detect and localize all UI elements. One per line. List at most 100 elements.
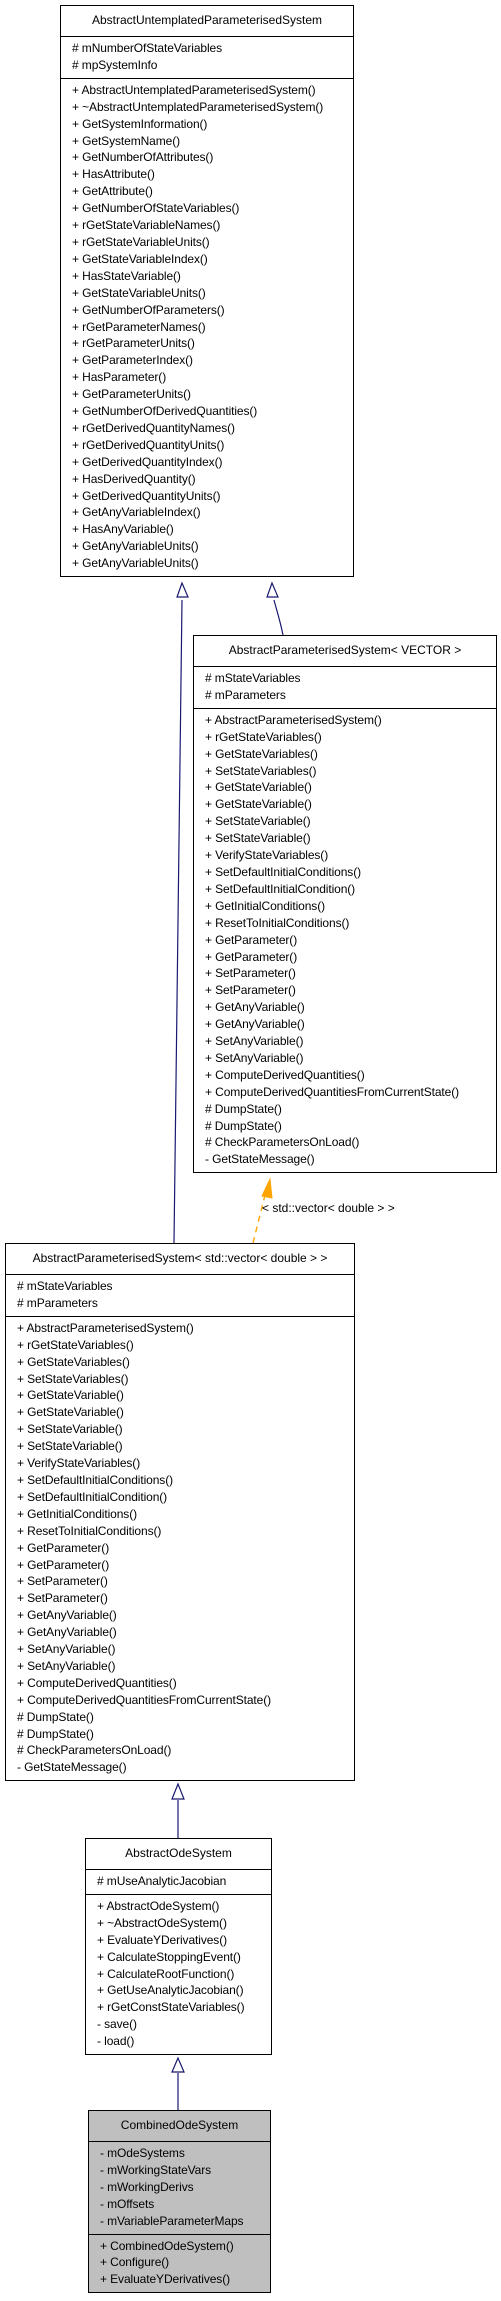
method-item[interactable]: - GetStateMessage() xyxy=(17,1759,354,1776)
method-item[interactable]: + SetParameter() xyxy=(205,965,496,982)
method-item[interactable]: + ~AbstractUntemplatedParameterisedSyste… xyxy=(72,99,353,116)
method-item[interactable]: + SetDefaultInitialCondition() xyxy=(205,881,496,898)
attribute-item[interactable]: # mUseAnalyticJacobian xyxy=(97,1873,271,1890)
method-item[interactable]: + GetParameter() xyxy=(17,1557,354,1574)
method-item[interactable]: + GetDerivedQuantityIndex() xyxy=(72,454,353,471)
method-item[interactable]: + SetAnyVariable() xyxy=(205,1050,496,1067)
method-item[interactable]: + AbstractParameterisedSystem() xyxy=(17,1320,354,1337)
method-item[interactable]: + GetAnyVariable() xyxy=(205,1016,496,1033)
method-item[interactable]: # DumpState() xyxy=(17,1726,354,1743)
method-item[interactable]: + CalculateRootFunction() xyxy=(97,1966,271,1983)
method-item[interactable]: + rGetConstStateVariables() xyxy=(97,1999,271,2016)
attribute-item[interactable]: - mOdeSystems xyxy=(100,2145,270,2162)
method-item[interactable]: + GetNumberOfStateVariables() xyxy=(72,200,353,217)
method-item[interactable]: + ComputeDerivedQuantities() xyxy=(17,1675,354,1692)
method-item[interactable]: + rGetStateVariableUnits() xyxy=(72,234,353,251)
method-item[interactable]: + GetStateVariables() xyxy=(205,746,496,763)
method-item[interactable]: # CheckParametersOnLoad() xyxy=(17,1742,354,1759)
method-item[interactable]: + GetStateVariables() xyxy=(17,1354,354,1371)
method-item[interactable]: + HasAttribute() xyxy=(72,166,353,183)
method-item[interactable]: # DumpState() xyxy=(205,1118,496,1135)
method-item[interactable]: + Configure() xyxy=(100,2254,270,2271)
class-box-abstract-ode-system[interactable]: AbstractOdeSystem # mUseAnalyticJacobian… xyxy=(85,1838,272,2056)
method-item[interactable]: + GetSystemInformation() xyxy=(72,116,353,133)
method-item[interactable]: + SetParameter() xyxy=(205,982,496,999)
method-item[interactable]: + rGetDerivedQuantityUnits() xyxy=(72,437,353,454)
method-item[interactable]: # CheckParametersOnLoad() xyxy=(205,1134,496,1151)
method-item[interactable]: + ComputeDerivedQuantitiesFromCurrentSta… xyxy=(17,1692,354,1709)
method-item[interactable]: + SetDefaultInitialConditions() xyxy=(205,864,496,881)
class-box-abstract-parameterised-system-vector[interactable]: AbstractParameterisedSystem< VECTOR > # … xyxy=(193,635,497,1174)
attribute-item[interactable]: - mVariableParameterMaps xyxy=(100,2213,270,2230)
method-item[interactable]: + CalculateStoppingEvent() xyxy=(97,1949,271,1966)
method-item[interactable]: + SetParameter() xyxy=(17,1573,354,1590)
method-item[interactable]: + SetDefaultInitialCondition() xyxy=(17,1489,354,1506)
method-item[interactable]: + GetInitialConditions() xyxy=(205,898,496,915)
method-item[interactable]: + ~AbstractOdeSystem() xyxy=(97,1915,271,1932)
method-item[interactable]: + GetParameter() xyxy=(17,1540,354,1557)
method-item[interactable]: + GetDerivedQuantityUnits() xyxy=(72,488,353,505)
attribute-item[interactable]: - mWorkingDerivs xyxy=(100,2179,270,2196)
method-item[interactable]: + SetStateVariables() xyxy=(205,763,496,780)
attribute-item[interactable]: # mStateVariables xyxy=(17,1278,354,1295)
method-item[interactable]: + GetParameterIndex() xyxy=(72,352,353,369)
method-item[interactable]: + GetUseAnalyticJacobian() xyxy=(97,1982,271,1999)
method-item[interactable]: + GetAttribute() xyxy=(72,183,353,200)
method-item[interactable]: + SetDefaultInitialConditions() xyxy=(17,1472,354,1489)
method-item[interactable]: + GetAnyVariableIndex() xyxy=(72,504,353,521)
attribute-item[interactable]: # mStateVariables xyxy=(205,670,496,687)
method-item[interactable]: + ResetToInitialConditions() xyxy=(205,915,496,932)
method-item[interactable]: + GetInitialConditions() xyxy=(17,1506,354,1523)
method-item[interactable]: + rGetStateVariables() xyxy=(205,729,496,746)
method-item[interactable]: + GetSystemName() xyxy=(72,133,353,150)
method-item[interactable]: + VerifyStateVariables() xyxy=(205,847,496,864)
method-item[interactable]: + HasDerivedQuantity() xyxy=(72,471,353,488)
method-item[interactable]: + GetNumberOfAttributes() xyxy=(72,149,353,166)
method-item[interactable]: + rGetParameterNames() xyxy=(72,319,353,336)
method-item[interactable]: + rGetDerivedQuantityNames() xyxy=(72,420,353,437)
method-item[interactable]: # DumpState() xyxy=(17,1709,354,1726)
method-item[interactable]: + GetAnyVariable() xyxy=(17,1624,354,1641)
method-item[interactable]: + ResetToInitialConditions() xyxy=(17,1523,354,1540)
method-item[interactable]: + GetStateVariable() xyxy=(17,1404,354,1421)
method-item[interactable]: + SetAnyVariable() xyxy=(205,1033,496,1050)
method-item[interactable]: + GetParameterUnits() xyxy=(72,386,353,403)
attribute-item[interactable]: # mpSystemInfo xyxy=(72,57,353,74)
method-item[interactable]: + GetParameter() xyxy=(205,949,496,966)
attribute-item[interactable]: - mWorkingStateVars xyxy=(100,2162,270,2179)
method-item[interactable]: + AbstractUntemplatedParameterisedSystem… xyxy=(72,82,353,99)
method-item[interactable]: + SetAnyVariable() xyxy=(17,1658,354,1675)
method-item[interactable]: + GetStateVariable() xyxy=(205,796,496,813)
method-item[interactable]: + EvaluateYDerivatives() xyxy=(97,1932,271,1949)
attribute-item[interactable]: # mParameters xyxy=(17,1295,354,1312)
method-item[interactable]: + ComputeDerivedQuantities() xyxy=(205,1067,496,1084)
class-box-abstract-untemplated-parameterised-system[interactable]: AbstractUntemplatedParameterisedSystem #… xyxy=(60,5,354,578)
method-item[interactable]: + GetNumberOfParameters() xyxy=(72,302,353,319)
method-item[interactable]: + SetStateVariable() xyxy=(17,1438,354,1455)
method-item[interactable]: + GetStateVariableIndex() xyxy=(72,251,353,268)
method-item[interactable]: + GetParameter() xyxy=(205,932,496,949)
method-item[interactable]: - save() xyxy=(97,2016,271,2033)
method-item[interactable]: + VerifyStateVariables() xyxy=(17,1455,354,1472)
method-item[interactable]: + GetAnyVariableUnits() xyxy=(72,538,353,555)
method-item[interactable]: + GetStateVariableUnits() xyxy=(72,285,353,302)
class-box-abstract-parameterised-system-std-vector[interactable]: AbstractParameterisedSystem< std::vector… xyxy=(5,1243,355,1782)
method-item[interactable]: - GetStateMessage() xyxy=(205,1151,496,1168)
method-item[interactable]: + HasStateVariable() xyxy=(72,268,353,285)
method-item[interactable]: + SetStateVariables() xyxy=(17,1371,354,1388)
method-item[interactable]: + SetStateVariable() xyxy=(205,830,496,847)
method-item[interactable]: + GetAnyVariable() xyxy=(205,999,496,1016)
method-item[interactable]: + EvaluateYDerivatives() xyxy=(100,2271,270,2288)
method-item[interactable]: # DumpState() xyxy=(205,1101,496,1118)
attribute-item[interactable]: # mNumberOfStateVariables xyxy=(72,40,353,57)
attribute-item[interactable]: - mOffsets xyxy=(100,2196,270,2213)
method-item[interactable]: + SetStateVariable() xyxy=(205,813,496,830)
method-item[interactable]: + SetParameter() xyxy=(17,1590,354,1607)
method-item[interactable]: + CombinedOdeSystem() xyxy=(100,2238,270,2255)
attribute-item[interactable]: # mParameters xyxy=(205,687,496,704)
method-item[interactable]: - load() xyxy=(97,2033,271,2050)
method-item[interactable]: + SetAnyVariable() xyxy=(17,1641,354,1658)
method-item[interactable]: + GetAnyVariable() xyxy=(17,1607,354,1624)
method-item[interactable]: + AbstractParameterisedSystem() xyxy=(205,712,496,729)
method-item[interactable]: + HasAnyVariable() xyxy=(72,521,353,538)
